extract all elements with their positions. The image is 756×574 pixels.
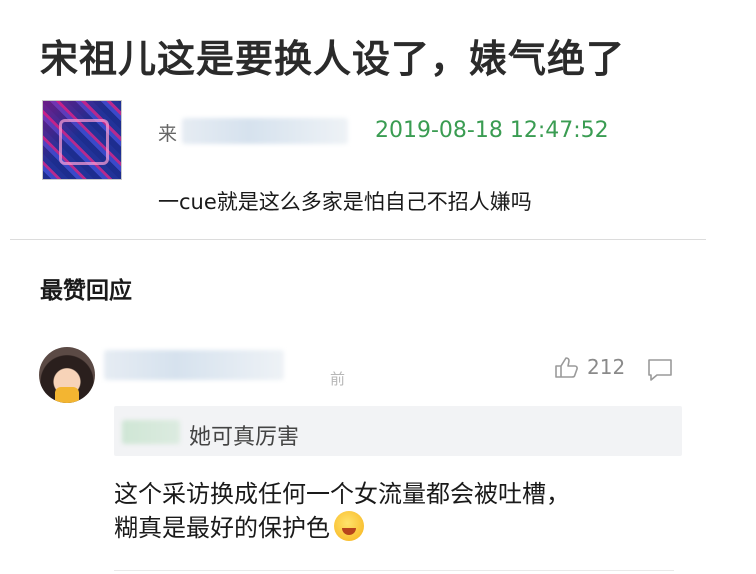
post-body: 一cue就是这么多家是怕自己不招人嫌吗 bbox=[158, 190, 532, 214]
top-replies-heading: 最赞回应 bbox=[40, 278, 132, 304]
post-title: 宋祖儿这是要换人设了，婊气绝了 bbox=[40, 37, 626, 81]
reply-username-blurred bbox=[104, 350, 284, 380]
reply-avatar[interactable] bbox=[39, 347, 95, 403]
author-name-blurred bbox=[182, 118, 348, 144]
thumbs-up-icon bbox=[555, 357, 578, 378]
reply-divider bbox=[114, 570, 674, 571]
post-timestamp: 2019-08-18 12:47:52 bbox=[375, 118, 609, 143]
reply-time: 前 bbox=[330, 370, 346, 388]
reply-body-line-2: 糊真是最好的保护色 bbox=[114, 511, 674, 545]
quoted-username-blurred bbox=[122, 420, 180, 444]
like-button[interactable]: 212 bbox=[553, 354, 625, 380]
reply-body-line-2-text: 糊真是最好的保护色 bbox=[114, 514, 330, 542]
section-divider bbox=[10, 239, 706, 240]
quoted-text: 她可真厉害 bbox=[189, 425, 300, 450]
author-avatar[interactable] bbox=[42, 100, 122, 180]
like-count: 212 bbox=[587, 355, 626, 379]
comment-icon[interactable] bbox=[646, 357, 674, 383]
reply-body: 这个采访换成任何一个女流量都会被吐槽， 糊真是最好的保护色 bbox=[114, 477, 674, 545]
angry-face-emoji bbox=[334, 511, 364, 541]
reply-body-line-1: 这个采访换成任何一个女流量都会被吐槽， bbox=[114, 480, 570, 508]
post-author-prefix: 来 bbox=[158, 123, 178, 145]
